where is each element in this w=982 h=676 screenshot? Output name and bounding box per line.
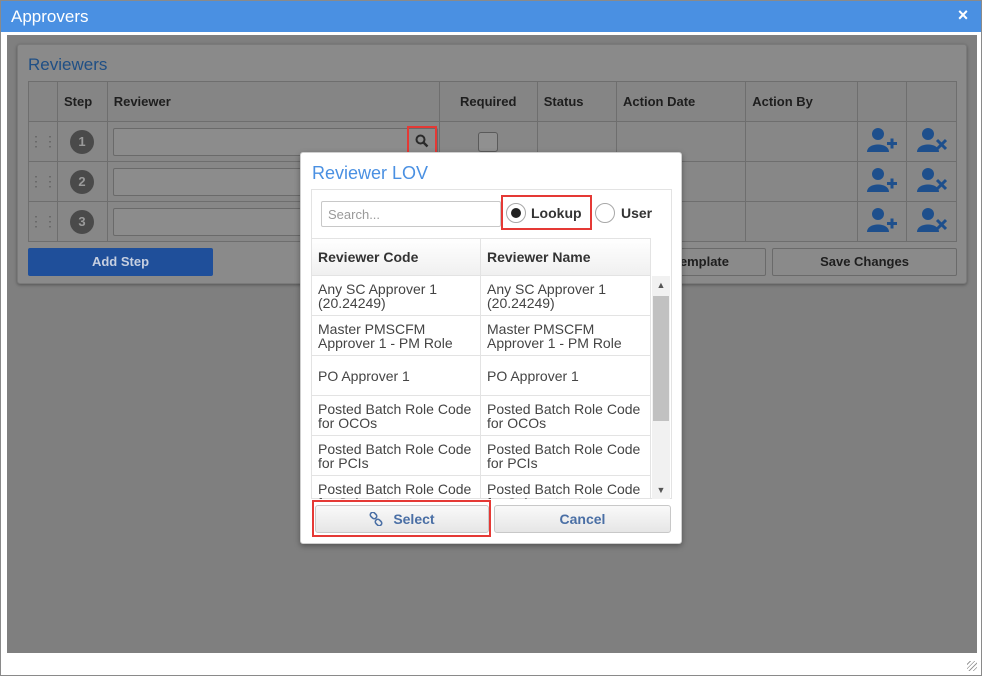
lookup-radio[interactable] xyxy=(506,203,526,223)
title-bar: Approvers × xyxy=(1,1,981,32)
window-title: Approvers xyxy=(11,7,89,26)
user-label[interactable]: User xyxy=(621,205,652,221)
column-action-by: Action By xyxy=(745,81,858,122)
select-label: Select xyxy=(393,511,435,527)
drag-handle-icon[interactable]: ⋮⋮ xyxy=(28,121,58,162)
status-bar xyxy=(1,653,981,675)
reviewer-name: Posted Batch Role Code for PCIs xyxy=(481,436,651,475)
lov-container: Lookup User Reviewer Code Reviewer Name … xyxy=(311,189,672,499)
add-user-icon[interactable] xyxy=(867,207,898,233)
lov-scrollbar[interactable]: ▲ ▼ xyxy=(652,276,670,499)
add-user-icon[interactable] xyxy=(867,167,898,193)
remove-user-icon[interactable] xyxy=(916,167,947,193)
search-icon[interactable] xyxy=(406,125,437,156)
action-by-cell xyxy=(745,161,858,202)
panel-title: Reviewers xyxy=(28,55,108,74)
remove-reviewer-cell xyxy=(906,121,957,162)
reviewer-code: Master PMSCFM Approver 1 - PM Role xyxy=(312,316,481,355)
lookup-label[interactable]: Lookup xyxy=(531,205,582,221)
reviewer-name: Posted Batch Role Code for OCOs xyxy=(481,396,651,435)
save-changes-button[interactable]: Save Changes xyxy=(772,248,957,276)
column-reviewer: Reviewer xyxy=(106,81,440,122)
column-action-date: Action Date xyxy=(616,81,747,122)
add-step-button[interactable]: Add Step xyxy=(28,248,213,276)
list-item[interactable]: PO Approver 1 PO Approver 1 xyxy=(312,356,651,396)
action-by-cell xyxy=(745,121,858,162)
remove-user-icon[interactable] xyxy=(916,207,947,233)
reviewer-name: Master PMSCFM Approver 1 - PM Role xyxy=(481,316,651,355)
step-cell: 3 xyxy=(57,201,108,242)
lov-list: Any SC Approver 1 (20.24249) Any SC Appr… xyxy=(312,276,651,499)
remove-reviewer-cell xyxy=(906,201,957,242)
column-required: Required xyxy=(438,81,538,122)
step-cell: 2 xyxy=(57,161,108,202)
link-icon xyxy=(369,511,383,527)
add-reviewer-cell xyxy=(856,161,908,202)
column-step: Step xyxy=(57,81,108,122)
list-item[interactable]: Posted Batch Role Code for Subcontracts … xyxy=(312,476,651,499)
reviewer-code: Posted Batch Role Code for OCOs xyxy=(312,396,481,435)
step-number: 3 xyxy=(70,209,94,234)
drag-handle-icon[interactable]: ⋮⋮ xyxy=(28,161,58,202)
drag-column-header xyxy=(28,81,58,122)
reviewer-name: Posted Batch Role Code for Subcontracts xyxy=(481,476,651,499)
scroll-up-icon[interactable]: ▲ xyxy=(652,276,670,294)
resize-grip-icon[interactable] xyxy=(967,661,977,671)
reviewer-code: PO Approver 1 xyxy=(312,356,481,395)
add-reviewer-cell xyxy=(856,201,908,242)
remove-reviewer-cell xyxy=(906,161,957,202)
close-icon[interactable]: × xyxy=(955,6,971,24)
lov-header: Reviewer Code Reviewer Name xyxy=(312,238,651,276)
add-reviewer-cell xyxy=(856,121,908,162)
list-item[interactable]: Posted Batch Role Code for PCIs Posted B… xyxy=(312,436,651,476)
reviewer-name: Any SC Approver 1 (20.24249) xyxy=(481,276,651,315)
list-item[interactable]: Posted Batch Role Code for OCOs Posted B… xyxy=(312,396,651,436)
step-number: 2 xyxy=(70,169,94,194)
reviewer-lov-dialog: Reviewer LOV Lookup User Reviewer Code R… xyxy=(300,152,682,544)
column-reviewer-name[interactable]: Reviewer Name xyxy=(481,239,651,275)
reviewer-code: Posted Batch Role Code for PCIs xyxy=(312,436,481,475)
search-input[interactable] xyxy=(321,201,501,227)
action-by-cell xyxy=(745,201,858,242)
list-item[interactable]: Master PMSCFM Approver 1 - PM Role Maste… xyxy=(312,316,651,356)
required-checkbox[interactable] xyxy=(478,131,499,152)
drag-handle-icon[interactable]: ⋮⋮ xyxy=(28,201,58,242)
list-item[interactable]: Any SC Approver 1 (20.24249) Any SC Appr… xyxy=(312,276,651,316)
column-add xyxy=(856,81,908,122)
lov-title: Reviewer LOV xyxy=(312,163,429,183)
scroll-down-icon[interactable]: ▼ xyxy=(652,481,670,499)
reviewer-code: Any SC Approver 1 (20.24249) xyxy=(312,276,481,315)
reviewer-code: Posted Batch Role Code for Subcontracts xyxy=(312,476,481,499)
step-number: 1 xyxy=(70,129,94,154)
select-button[interactable]: Select xyxy=(315,505,489,533)
scroll-thumb[interactable] xyxy=(653,296,669,421)
user-radio[interactable] xyxy=(595,203,615,223)
column-remove xyxy=(906,81,957,122)
reviewer-name: PO Approver 1 xyxy=(481,356,651,395)
column-status: Status xyxy=(536,81,618,122)
step-cell: 1 xyxy=(57,121,108,162)
add-user-icon[interactable] xyxy=(867,127,898,153)
remove-user-icon[interactable] xyxy=(916,127,947,153)
column-reviewer-code[interactable]: Reviewer Code xyxy=(312,239,481,275)
cancel-button[interactable]: Cancel xyxy=(494,505,671,533)
